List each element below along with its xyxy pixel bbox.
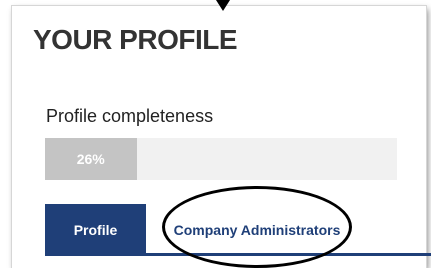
- arrow-down-icon: [216, 0, 230, 11]
- profile-completeness-label: Profile completeness: [46, 106, 214, 126]
- tab-company-administrators[interactable]: Company Administrators: [169, 204, 345, 256]
- profile-tabs: Profile Company Administrators: [45, 204, 431, 256]
- profile-completeness-percent: 26%: [76, 151, 105, 167]
- page-title: YOUR PROFILE: [33, 24, 238, 55]
- profile-completeness-bar: 26%: [45, 138, 397, 180]
- tab-profile[interactable]: Profile: [45, 204, 146, 256]
- profile-completeness-fill: 26%: [45, 138, 137, 180]
